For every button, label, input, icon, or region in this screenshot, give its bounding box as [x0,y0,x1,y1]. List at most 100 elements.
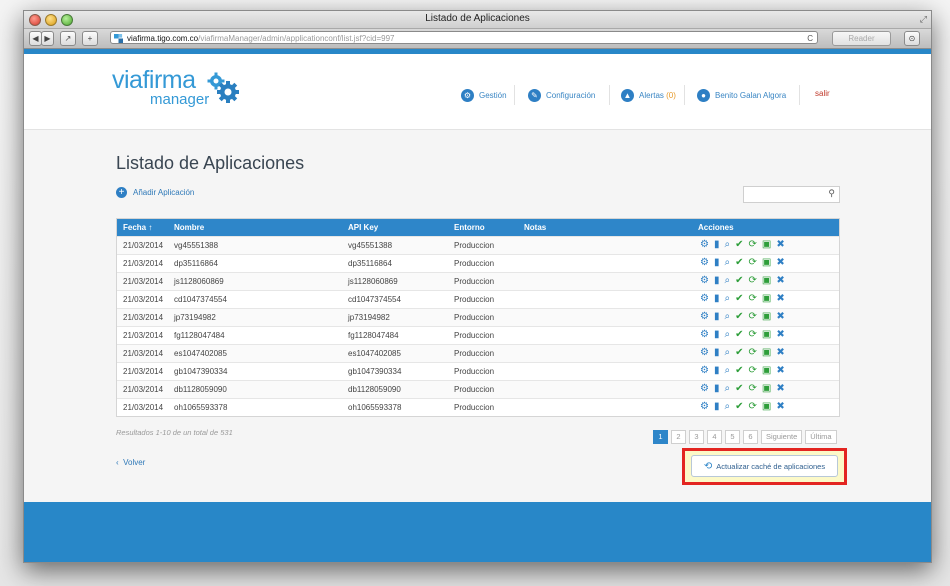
add-application-link[interactable]: + Añadir Aplicación [116,187,194,198]
log-search-icon[interactable]: ⌕ [724,401,730,413]
gear-icon[interactable]: ⚙ [700,239,709,251]
log-search-icon[interactable]: ⌕ [724,347,730,359]
check-circle-icon[interactable]: ✔ [735,347,743,359]
check-circle-icon[interactable]: ✔ [735,239,743,251]
delete-icon[interactable]: ✖ [776,347,784,359]
search-icon[interactable]: ⚲ [828,188,835,199]
check-circle-icon[interactable]: ✔ [735,401,743,413]
delete-icon[interactable]: ✖ [776,275,784,287]
bar-chart-icon[interactable]: ▮ [714,275,720,287]
sync-icon[interactable]: ⟳ [748,257,756,269]
delete-icon[interactable]: ✖ [776,257,784,269]
col-fecha[interactable]: Fecha ↑ [123,223,152,232]
gear-icon[interactable]: ⚙ [700,329,709,341]
bar-chart-icon[interactable]: ▮ [714,311,720,323]
sync-icon[interactable]: ⟳ [748,239,756,251]
gear-icon[interactable]: ⚙ [700,365,709,377]
nav-configuracion[interactable]: ✎ Configuración [528,89,595,102]
save-icon[interactable]: ▣ [762,311,771,323]
log-search-icon[interactable]: ⌕ [724,329,730,341]
delete-icon[interactable]: ✖ [776,365,784,377]
save-icon[interactable]: ▣ [762,383,771,395]
check-circle-icon[interactable]: ✔ [735,329,743,341]
forward-button[interactable]: ▶ [41,31,54,46]
delete-icon[interactable]: ✖ [776,329,784,341]
log-search-icon[interactable]: ⌕ [724,311,730,323]
save-icon[interactable]: ▣ [762,401,771,413]
logout-link[interactable]: salir [815,89,830,98]
nav-user[interactable]: ● Benito Galan Algora [697,89,786,102]
sync-icon[interactable]: ⟳ [748,365,756,377]
reader-button[interactable]: Reader [832,31,891,46]
table-row[interactable]: 21/03/2014 gb1047390334 gb1047390334 Produc… [117,362,839,380]
table-row[interactable]: 21/03/2014 es1047402085 es1047402085 Produc… [117,344,839,362]
bar-chart-icon[interactable]: ▮ [714,383,720,395]
nav-gestion[interactable]: ⚙ Gestión [461,89,507,102]
table-row[interactable]: 21/03/2014 dp35116864 dp35116864 Produccion… [117,254,839,272]
last-page-button[interactable]: Última [805,430,837,444]
table-row[interactable]: 21/03/2014 cd1047374554 cd1047374554 Produc… [117,290,839,308]
delete-icon[interactable]: ✖ [776,383,784,395]
save-icon[interactable]: ▣ [762,257,771,269]
page-4-button[interactable]: 4 [707,430,722,444]
table-row[interactable]: 21/03/2014 db1128059090 db1128059090 Produc… [117,380,839,398]
bar-chart-icon[interactable]: ▮ [714,401,720,413]
save-icon[interactable]: ▣ [762,365,771,377]
sync-icon[interactable]: ⟳ [748,383,756,395]
check-circle-icon[interactable]: ✔ [735,383,743,395]
delete-icon[interactable]: ✖ [776,401,784,413]
check-circle-icon[interactable]: ✔ [735,311,743,323]
delete-icon[interactable]: ✖ [776,311,784,323]
page-2-button[interactable]: 2 [671,430,686,444]
table-row[interactable]: 21/03/2014 jp73194982 jp73194982 Produccion… [117,308,839,326]
log-search-icon[interactable]: ⌕ [724,275,730,287]
back-link[interactable]: ‹ Volver [116,458,145,467]
save-icon[interactable]: ▣ [762,293,771,305]
sync-icon[interactable]: ⟳ [748,275,756,287]
log-search-icon[interactable]: ⌕ [724,239,730,251]
delete-icon[interactable]: ✖ [776,239,784,251]
col-entorno[interactable]: Entorno [454,223,485,232]
bar-chart-icon[interactable]: ▮ [714,257,720,269]
gear-icon[interactable]: ⚙ [700,347,709,359]
page-6-button[interactable]: 6 [743,430,758,444]
sync-icon[interactable]: ⟳ [748,293,756,305]
share-button[interactable]: ↗ [60,31,76,46]
table-row[interactable]: 21/03/2014 vg45551388 vg45551388 Produccion… [117,236,839,254]
page-1-button[interactable]: 1 [653,430,668,444]
fullscreen-icon[interactable]: ⤢ [920,14,927,25]
next-page-button[interactable]: Siguiente [761,430,803,444]
gear-icon[interactable]: ⚙ [700,293,709,305]
nav-alertas[interactable]: ▲ Alertas (0) [621,89,676,102]
bar-chart-icon[interactable]: ▮ [714,329,720,341]
reload-icon[interactable]: C [807,32,813,45]
save-icon[interactable]: ▣ [762,239,771,251]
gear-icon[interactable]: ⚙ [700,311,709,323]
table-row[interactable]: 21/03/2014 fg1128047484 fg1128047484 Produc… [117,326,839,344]
log-search-icon[interactable]: ⌕ [724,293,730,305]
table-row[interactable]: 21/03/2014 js1128060869 js1128060869 Produc… [117,272,839,290]
save-icon[interactable]: ▣ [762,275,771,287]
downloads-button[interactable]: ⊙ [904,31,920,46]
save-icon[interactable]: ▣ [762,347,771,359]
col-nombre[interactable]: Nombre [174,223,204,232]
add-bookmark-button[interactable]: + [82,31,98,46]
refresh-cache-button[interactable]: ⟲ Actualizar caché de aplicaciones [691,455,838,477]
gear-icon[interactable]: ⚙ [700,383,709,395]
check-circle-icon[interactable]: ✔ [735,257,743,269]
check-circle-icon[interactable]: ✔ [735,275,743,287]
sync-icon[interactable]: ⟳ [748,347,756,359]
sync-icon[interactable]: ⟳ [748,401,756,413]
check-circle-icon[interactable]: ✔ [735,293,743,305]
bar-chart-icon[interactable]: ▮ [714,347,720,359]
page-3-button[interactable]: 3 [689,430,704,444]
address-bar[interactable]: viafirma.tigo.com.co/viafirmaManager/adm… [110,31,818,44]
table-row[interactable]: 21/03/2014 oh1065593378 oh1065593378 Produc… [117,398,839,416]
log-search-icon[interactable]: ⌕ [724,365,730,377]
log-search-icon[interactable]: ⌕ [724,383,730,395]
col-apikey[interactable]: API Key [348,223,378,232]
bar-chart-icon[interactable]: ▮ [714,365,720,377]
page-5-button[interactable]: 5 [725,430,740,444]
save-icon[interactable]: ▣ [762,329,771,341]
check-circle-icon[interactable]: ✔ [735,365,743,377]
